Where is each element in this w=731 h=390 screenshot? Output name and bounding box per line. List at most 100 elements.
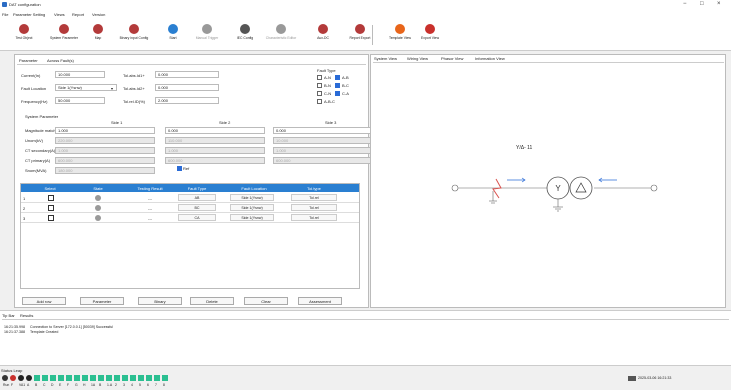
status-led [18, 375, 24, 381]
sys-param-v2-input[interactable]: 110.000 [165, 137, 265, 144]
minimize-button[interactable]: − [683, 1, 687, 7]
close-button[interactable]: × [717, 1, 721, 7]
terminal-left-node [451, 184, 459, 192]
wye-symbol: Y [555, 184, 561, 193]
current-input[interactable]: 10.000 [55, 71, 105, 78]
tab-results[interactable]: Results [20, 313, 33, 318]
fault-location-select[interactable]: Side 1(Ysnw) [230, 214, 274, 221]
tol-type-select[interactable]: Tol.rel [291, 194, 337, 201]
toolbar-button-iec-config[interactable]: IEC Config [225, 21, 265, 49]
fault-type-checkbox[interactable] [317, 75, 322, 80]
fault-type-select[interactable]: CA [178, 214, 216, 221]
select-checkbox[interactable] [48, 205, 54, 211]
map-icon [93, 24, 103, 34]
fault-location-select[interactable]: Side 1(Ysnw) [55, 84, 117, 91]
fault-type-checkbox[interactable] [317, 83, 322, 88]
app-icon [2, 2, 7, 7]
toolbar-label: Characteristic Editor [265, 36, 297, 40]
sys-param-v2-input[interactable]: 600.000 [165, 157, 265, 164]
menu-parameter-setting[interactable]: Parameter Setting [13, 12, 45, 17]
fault-type-checkbox[interactable] [335, 75, 340, 80]
fault-location-select[interactable]: Side 1(Ysnw) [230, 204, 274, 211]
status-led-label: 3 [123, 383, 125, 387]
status-led [10, 375, 16, 381]
parameter-button[interactable]: Parameter [80, 297, 124, 305]
toolbar-button-report-export[interactable]: Report Export [340, 21, 380, 49]
sys-param-v2-input[interactable]: 0.000 [165, 127, 265, 134]
fault-location-select[interactable]: Side 1(Ysnw) [230, 194, 274, 201]
fault-type-select[interactable]: AB [178, 194, 216, 201]
toolbar: Test Object System Parameter Map Binary inp… [0, 19, 731, 51]
maximize-button[interactable]: □ [700, 1, 704, 7]
test-grid: Select State Testing Result Fault Type Fault… [20, 183, 360, 289]
delete-button[interactable]: Delete [190, 297, 234, 305]
add-row-button[interactable]: Add row [22, 297, 66, 305]
status-square [66, 375, 72, 381]
toolbar-button-export-view[interactable]: Export View [410, 21, 450, 49]
status-led-label: 1.A [107, 383, 113, 387]
tol-abs-id2-label: Tol.abs.Id2+ [123, 86, 145, 91]
grid-header-cell: Fault Type [187, 186, 207, 191]
select-checkbox[interactable] [48, 195, 54, 201]
log-time: 16:21:35.998 [4, 325, 25, 329]
binary-input-icon [129, 24, 139, 34]
sys-param-v3-input[interactable]: 0.000 [273, 127, 373, 134]
sys-param-v1-input[interactable]: 220.000 [55, 137, 155, 144]
table-row[interactable]: 2 --- BC Side 1(Ysnw) Tol.rel [21, 203, 359, 213]
toolbar-button-aux-dc[interactable]: Aux-DC [303, 21, 343, 49]
fault-type-label: Fault Type [317, 68, 336, 73]
sys-param-v1-input[interactable]: 180.000 [55, 167, 155, 174]
menu-report[interactable]: Report [72, 12, 84, 17]
fault-type-checkbox[interactable] [335, 83, 340, 88]
fault-type-checkbox[interactable] [335, 91, 340, 96]
toolbar-button-manual-trigger[interactable]: Manual Trigger [187, 21, 227, 49]
title-bar: DAT configuration − □ × [0, 0, 731, 9]
clear-button[interactable]: Clear [244, 297, 288, 305]
fault-type-select[interactable]: BC [178, 204, 216, 211]
log-time: 16:21:37.388 [4, 330, 25, 334]
status-square [138, 375, 144, 381]
tol-rel-input[interactable]: 2.000 [155, 97, 219, 104]
frequency-input[interactable]: 50.000 [55, 97, 105, 104]
fault-type-checkbox[interactable] [317, 91, 322, 96]
status-led-label: C [43, 383, 46, 387]
sys-param-v1-input[interactable]: 600.000 [55, 157, 155, 164]
table-row[interactable]: 3 --- CA Side 1(Ysnw) Tol.rel [21, 213, 359, 223]
status-square [154, 375, 160, 381]
tab-tip-bar[interactable]: Tip Bar [2, 313, 15, 318]
toolbar-button-test-object[interactable]: Test Object [4, 21, 44, 49]
tab-across-faults[interactable]: Across Fault(s) [47, 58, 74, 63]
sys-param-v3-input[interactable]: 10.000 [273, 137, 373, 144]
tab-parameter[interactable]: Parameter [19, 58, 38, 63]
sys-param-label: CT primary(A) [25, 158, 51, 163]
menu-file[interactable]: File [2, 12, 8, 17]
tol-type-select[interactable]: Tol.rel [291, 204, 337, 211]
sys-param-v1-input[interactable]: 1.000 [55, 147, 155, 154]
terminal-right-node [650, 184, 658, 192]
sys-param-v2-input[interactable]: 1.000 [165, 147, 265, 154]
select-checkbox[interactable] [48, 215, 54, 221]
ref-checkbox[interactable] [177, 166, 182, 171]
binary-button[interactable]: Binary [138, 297, 182, 305]
tol-abs-id1-input[interactable]: 0.000 [155, 71, 219, 78]
toolbar-label: Test Object [15, 36, 33, 40]
status-led-label: F [67, 383, 70, 387]
table-row[interactable]: 1 --- AB Side 1(Ysnw) Tol.rel [21, 193, 359, 203]
toolbar-button-map[interactable]: Map [78, 21, 118, 49]
sys-param-v1-input[interactable]: 1.000 [55, 127, 155, 134]
toolbar-label: Export View [420, 36, 440, 40]
menu-version[interactable]: Version [92, 12, 105, 17]
sys-param-v3-input[interactable]: 1.000 [273, 147, 373, 154]
row-number: 2 [23, 206, 26, 211]
toolbar-button-characteristic[interactable]: Characteristic Editor [261, 21, 301, 49]
side-1-header: Side 1 [111, 120, 123, 125]
assessment-button[interactable]: Assessment [298, 297, 342, 305]
menu-views[interactable]: Views [54, 12, 65, 17]
toolbar-button-binary-input[interactable]: Binary input Config [114, 21, 154, 49]
sys-param-v3-input[interactable]: 600.000 [273, 157, 373, 164]
state-indicator-icon [95, 215, 101, 221]
status-led-label: 8 [163, 383, 165, 387]
tol-type-select[interactable]: Tol.rel [291, 214, 337, 221]
fault-type-checkbox[interactable] [317, 99, 322, 104]
tol-abs-id2-input[interactable]: 0.000 [155, 84, 219, 91]
